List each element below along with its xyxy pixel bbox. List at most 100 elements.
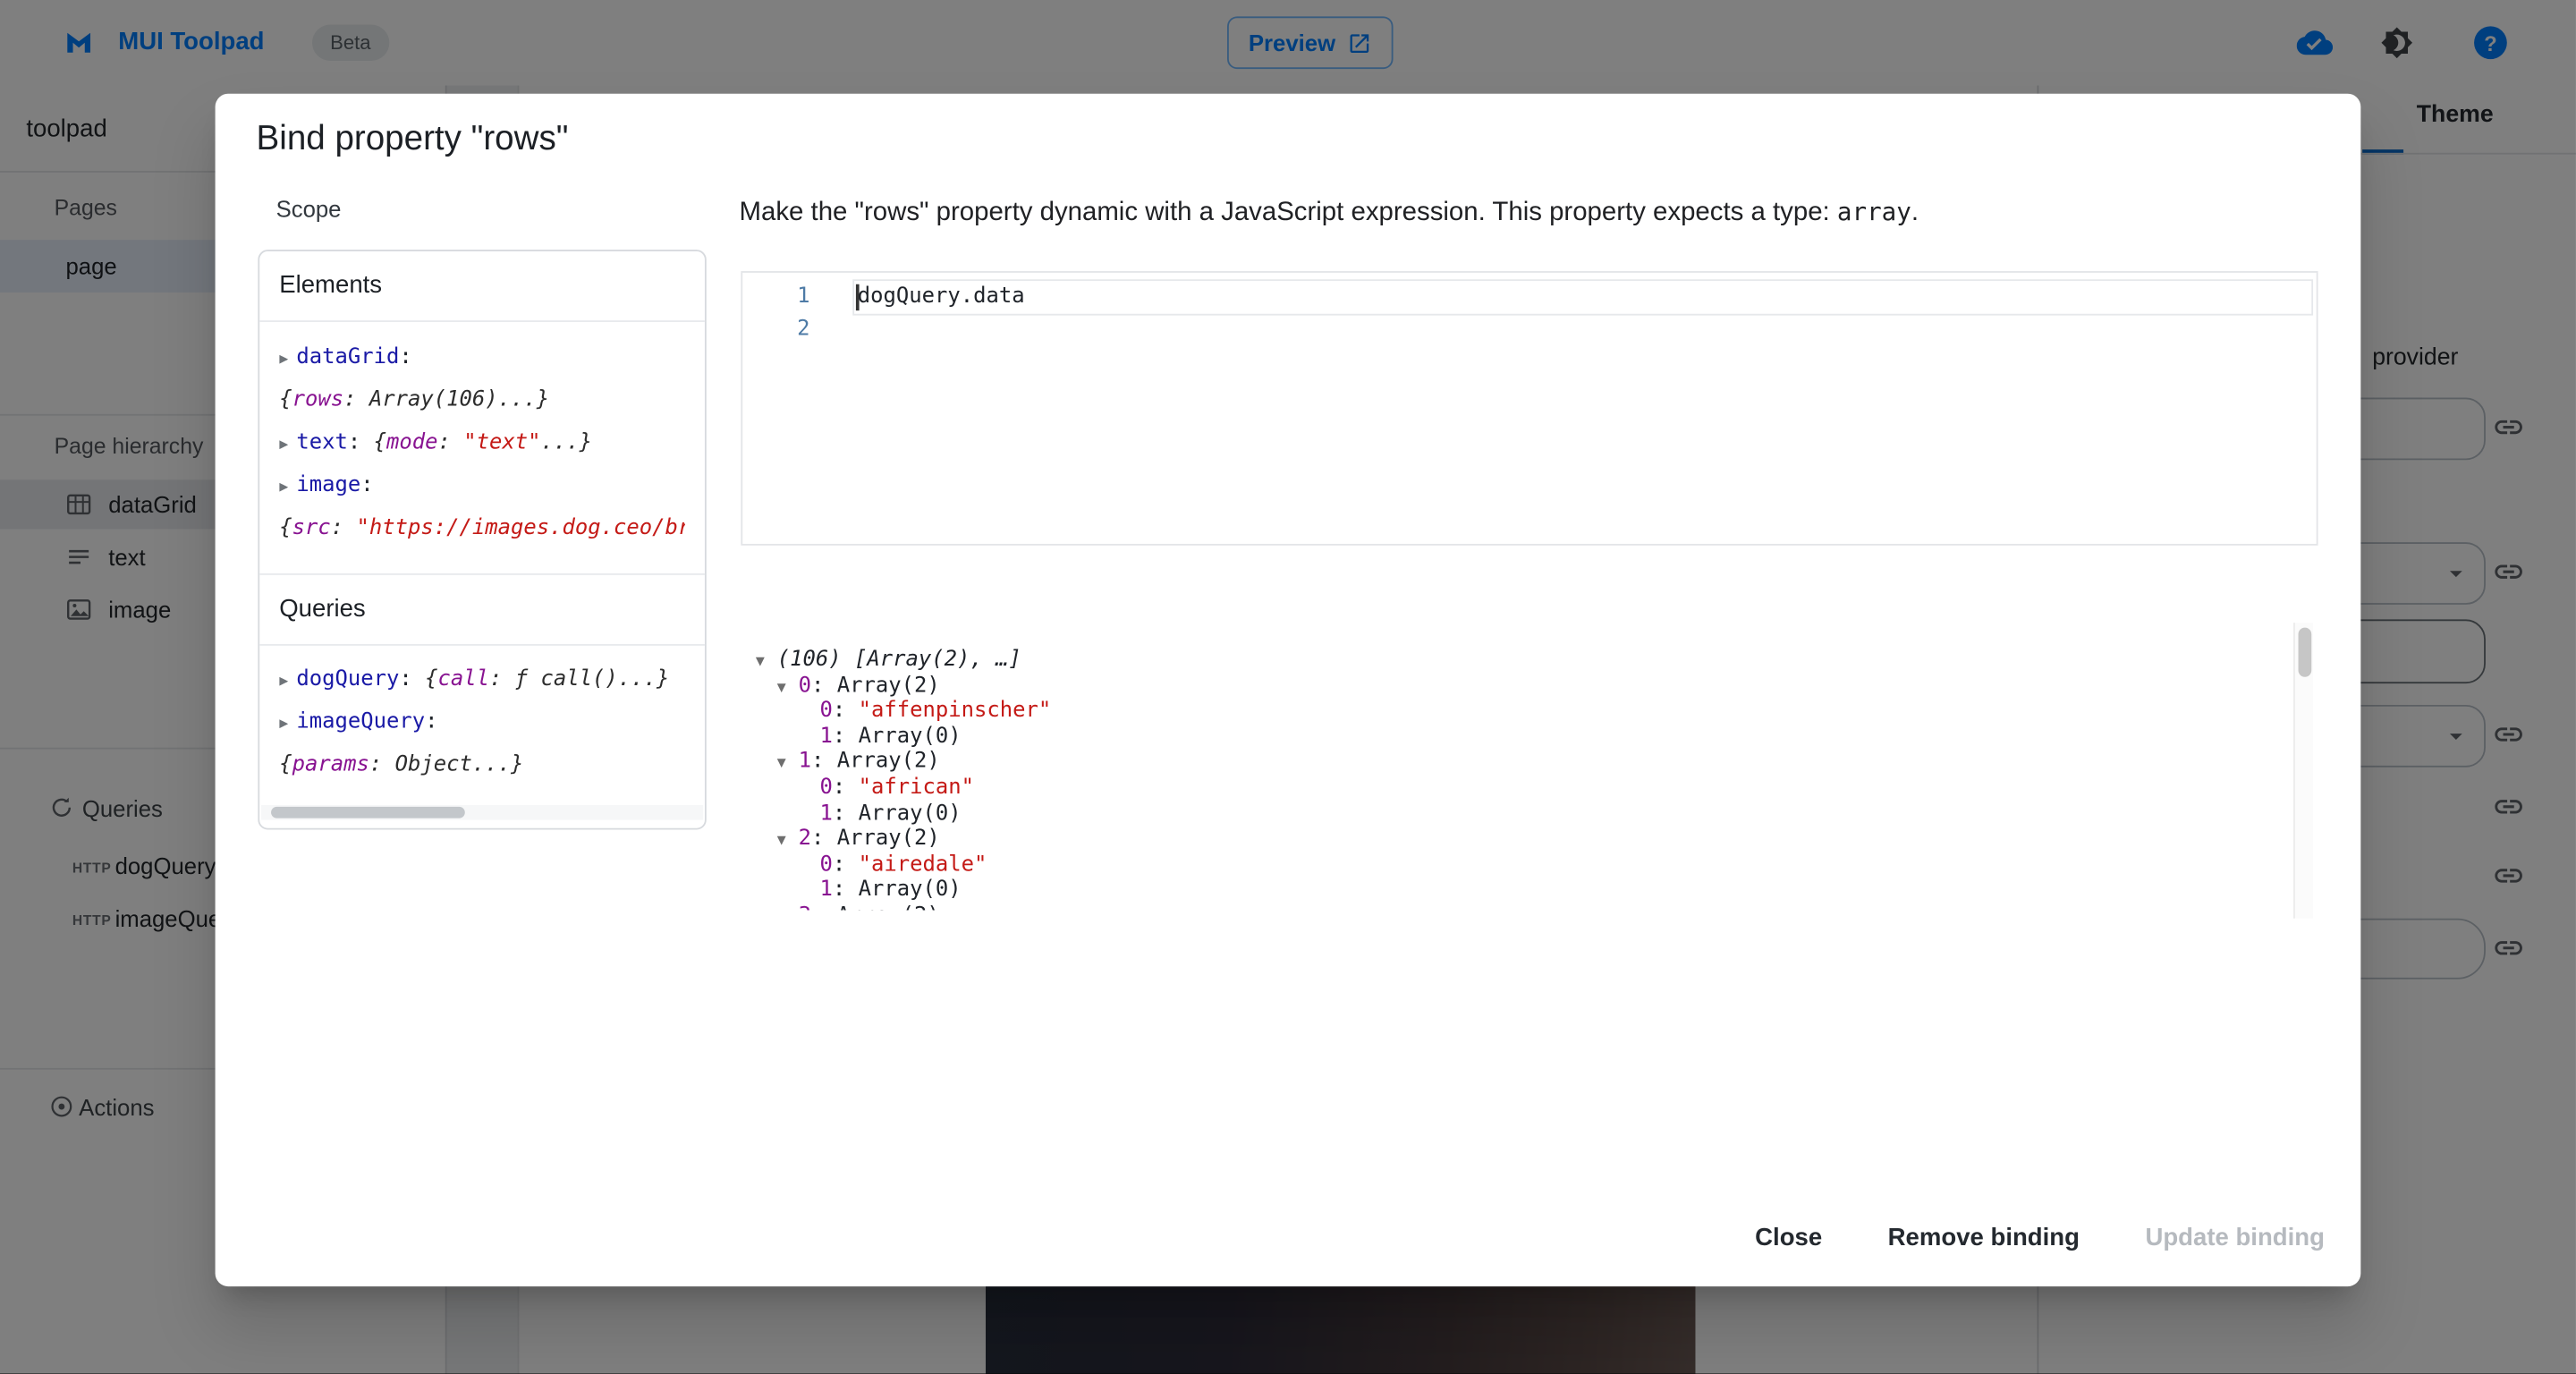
code-text: dogQuery.data — [858, 281, 1025, 314]
tree-segment-pv: : — [331, 516, 357, 541]
scope-queries-tree: ▶dogQuery: {call: ƒ call()...}▶imageQuer… — [259, 646, 705, 787]
dialog-title: Bind property "rows" — [257, 120, 569, 159]
tree-segment-plain: : — [833, 878, 859, 903]
result-tree-row[interactable]: ▼3: Array(2) — [740, 903, 2297, 910]
tree-segment-rval: Array(2) — [837, 827, 940, 852]
scope-tree-row[interactable]: ▶dogQuery: {call: ƒ call()...} — [279, 659, 685, 702]
scope-tree-row[interactable]: {src: "https://images.dog.ceo/bre — [279, 508, 685, 551]
scrollbar-thumb[interactable] — [271, 807, 465, 818]
tree-segment-rkey: 1 — [820, 878, 833, 903]
tree-segment-pv: : — [438, 430, 464, 455]
expand-arrow-icon[interactable]: ▼ — [777, 753, 799, 776]
tree-segment-pv: : Object...} — [369, 752, 524, 777]
expected-type: array — [1837, 197, 1911, 226]
result-tree-row[interactable]: 0: "african" — [740, 776, 2297, 802]
tree-segment-pp: params — [292, 752, 369, 777]
tree-segment-rval: Array(0) — [859, 725, 962, 750]
tree-segment-pp: mode — [386, 430, 438, 455]
tree-segment-fn: ƒ call() — [515, 667, 618, 692]
tree-segment-rval: Array(2) — [837, 750, 940, 775]
vertical-scrollbar[interactable] — [2293, 623, 2313, 919]
tree-segment-rkey: 0 — [820, 852, 833, 878]
tree-segment-key: image — [296, 473, 360, 498]
scope-elements-tree: ▶dataGrid:{rows: Array(106)...}▶text: {m… — [259, 322, 705, 550]
tree-segment-rkey: 0 — [820, 699, 833, 724]
tree-segment-rval: Array(2) — [837, 903, 940, 910]
tree-segment-key: dogQuery — [296, 667, 399, 692]
tree-segment-plain: : — [399, 345, 411, 370]
tree-segment-rkey: 1 — [820, 725, 833, 750]
dialog-actions: Close Remove binding Update binding — [1751, 1214, 2327, 1261]
tree-segment-rstr: "airedale" — [859, 852, 987, 878]
result-tree-row[interactable]: ▼(106) [Array(2), …] — [740, 648, 2297, 674]
tree-segment-rstr: "affenpinscher" — [859, 699, 1052, 724]
expand-arrow-icon: ▶ — [279, 717, 288, 733]
scope-tree-row[interactable]: {params: Object...} — [279, 744, 685, 787]
tree-segment-ps: "text" — [463, 430, 540, 455]
tree-segment-pv: : Array(106)...} — [343, 387, 549, 412]
tree-segment-pv: ...} — [541, 430, 593, 455]
tree-segment-plain: : — [811, 827, 837, 852]
expand-arrow-icon[interactable]: ▼ — [777, 676, 799, 699]
tree-segment-key: text — [296, 430, 348, 455]
tree-segment-rkey: 0 — [820, 776, 833, 801]
app-root: MUI Toolpad Beta Preview ? toolpad Pages… — [0, 0, 2576, 1373]
close-button[interactable]: Close — [1751, 1214, 1825, 1261]
result-tree-row[interactable]: 0: "affenpinscher" — [740, 699, 2297, 725]
scope-tree-row[interactable]: ▶imageQuery: — [279, 701, 685, 744]
current-line-highlight — [852, 279, 2313, 315]
scrollbar-thumb[interactable] — [2298, 628, 2311, 677]
tree-segment-plain: : — [399, 667, 425, 692]
tree-segment-plain: : — [348, 430, 374, 455]
tree-segment-key: dataGrid — [296, 345, 399, 370]
elements-header: Elements — [259, 251, 705, 322]
tree-segment-rkey: 1 — [820, 802, 833, 827]
tree-segment-plain: : — [833, 852, 859, 878]
line-number: 1 — [742, 281, 821, 314]
scope-tree-row[interactable]: ▶ text: {mode: "text"...} — [279, 422, 685, 465]
tree-segment-pp: src — [292, 516, 331, 541]
horizontal-scrollbar[interactable] — [261, 805, 703, 820]
expand-arrow-icon: ▶ — [279, 674, 288, 690]
tree-segment-pv: { — [279, 516, 292, 541]
tree-segment-plain: : — [833, 699, 859, 724]
instruction-suffix: . — [1911, 199, 1919, 226]
scope-explorer: Elements ▶dataGrid:{rows: Array(106)...}… — [258, 250, 706, 829]
scope-tree-row[interactable]: {rows: Array(106)...} — [279, 379, 685, 422]
expand-arrow-icon: ▶ — [279, 437, 288, 454]
evaluation-result-tree: ▼(106) [Array(2), …]▼0: Array(2)0: "affe… — [740, 648, 2297, 911]
tree-segment-ps: "https://images.dog.ceo/bre — [357, 516, 685, 541]
result-tree-row[interactable]: 1: Array(0) — [740, 802, 2297, 827]
scope-tree-row[interactable]: ▶ image: — [279, 465, 685, 508]
tree-segment-plain: : — [833, 725, 859, 750]
tree-segment-meta: (106) [Array(2), …] — [777, 648, 1021, 673]
tree-segment-pv: : — [489, 667, 515, 692]
result-tree-row[interactable]: 0: "airedale" — [740, 852, 2297, 878]
scope-label: Scope — [276, 196, 342, 222]
tree-segment-rkey: 2 — [799, 827, 811, 852]
expand-arrow-icon: ▶ — [279, 479, 288, 496]
expand-arrow-icon[interactable]: ▼ — [777, 830, 799, 852]
scope-tree-row[interactable]: ▶dataGrid: — [279, 337, 685, 380]
expression-editor[interactable]: 1 2 dogQuery.data — [741, 271, 2318, 546]
tree-segment-pv: { — [374, 430, 386, 455]
expand-arrow-icon[interactable]: ▼ — [756, 650, 777, 673]
tree-segment-plain: : — [833, 776, 859, 801]
result-tree-row[interactable]: 1: Array(0) — [740, 878, 2297, 903]
remove-binding-button[interactable]: Remove binding — [1885, 1214, 2083, 1261]
tree-segment-plain: : — [811, 903, 837, 910]
result-tree-row[interactable]: ▼2: Array(2) — [740, 827, 2297, 852]
tree-segment-plain: : — [360, 473, 373, 498]
result-tree-row[interactable]: ▼0: Array(2) — [740, 673, 2297, 699]
result-tree-row[interactable]: 1: Array(0) — [740, 725, 2297, 751]
tree-segment-pv: ...} — [618, 667, 670, 692]
result-tree-row[interactable]: ▼1: Array(2) — [740, 750, 2297, 776]
instruction-prefix: Make the "rows" property dynamic with a … — [740, 199, 1837, 226]
tree-segment-plain: : — [811, 673, 837, 698]
tree-segment-rkey: 3 — [799, 903, 811, 910]
tree-segment-pp: rows — [292, 387, 344, 412]
tree-segment-rval: Array(2) — [837, 673, 940, 698]
update-binding-button[interactable]: Update binding — [2142, 1214, 2328, 1261]
expand-arrow-icon[interactable]: ▼ — [777, 907, 799, 911]
tree-segment-plain: : — [833, 802, 859, 827]
